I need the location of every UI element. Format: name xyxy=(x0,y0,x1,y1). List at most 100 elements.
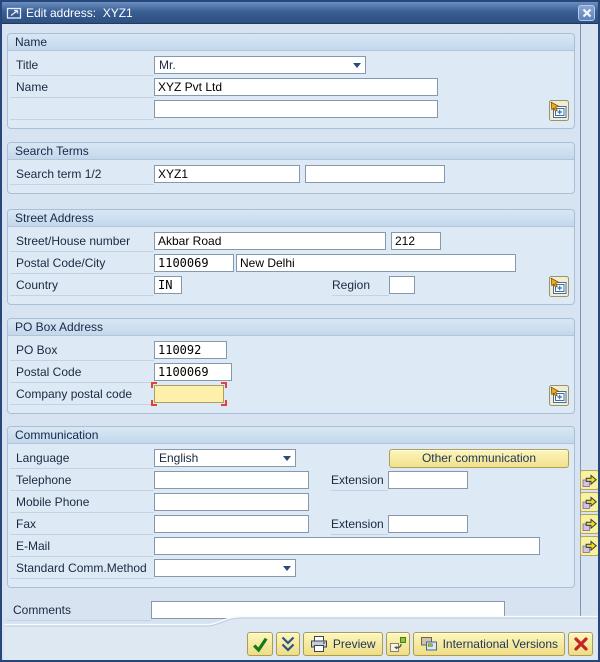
telephone-extension-input[interactable] xyxy=(388,471,468,489)
name-label: Name xyxy=(10,76,154,98)
red-x-icon xyxy=(573,637,588,651)
title-row: Title Mr. xyxy=(10,54,569,76)
house-number-input[interactable] xyxy=(391,232,441,250)
search-term-2-input[interactable] xyxy=(305,165,445,183)
other-communication-button[interactable]: Other communication xyxy=(389,448,569,468)
undo-button[interactable] xyxy=(385,632,410,656)
title-label: Title xyxy=(10,54,154,76)
region-input[interactable] xyxy=(389,276,415,294)
yellow-right-arrow-icon xyxy=(580,514,598,534)
preview-button[interactable]: Preview xyxy=(302,632,383,656)
communication-header: Communication xyxy=(8,427,574,444)
fax-extension-input[interactable] xyxy=(388,515,468,533)
x-icon xyxy=(582,8,591,18)
country-input[interactable] xyxy=(154,276,182,294)
fax-more-button[interactable] xyxy=(580,514,598,534)
email-input[interactable] xyxy=(154,537,540,555)
pobox-address-section: PO Box Address PO Box Postal Code Compan… xyxy=(7,318,575,414)
pobox-row: PO Box xyxy=(10,339,569,361)
name-section-header: Name xyxy=(8,34,574,51)
mobile-more-button[interactable] xyxy=(580,492,598,512)
company-postal-input[interactable] xyxy=(154,385,224,403)
street-address-header: Street Address xyxy=(8,210,574,227)
focus-corner xyxy=(151,400,157,406)
language-row: Language English Other communication xyxy=(10,447,569,469)
std-comm-row: Standard Comm.Method xyxy=(10,557,569,579)
yellow-right-arrow-icon xyxy=(580,470,598,490)
printer-icon xyxy=(310,636,327,652)
street-label: Street/House number xyxy=(10,230,154,252)
green-check-icon xyxy=(252,637,268,653)
focus-corner xyxy=(151,382,157,388)
search-terms-header: Search Terms xyxy=(8,143,574,160)
title-value: Mr. xyxy=(159,58,176,72)
footer-toolbar: Preview International Versions xyxy=(4,614,598,660)
city-input[interactable] xyxy=(236,254,516,272)
title-select[interactable]: Mr. xyxy=(154,56,366,74)
titlebar: Edit address: XYZ1 xyxy=(2,2,598,24)
std-comm-label: Standard Comm.Method xyxy=(10,557,154,579)
chevron-down-icon xyxy=(283,565,291,571)
region-label: Region xyxy=(332,274,389,296)
telephone-label: Telephone xyxy=(10,469,154,491)
search-terms-section: Search Terms Search term 1/2 xyxy=(7,142,575,194)
dialog-title: Edit address: XYZ1 xyxy=(26,5,133,20)
blank-label xyxy=(10,98,154,120)
edit-window-icon xyxy=(6,7,22,19)
detail-expand-icon xyxy=(548,100,569,121)
yellow-right-arrow-icon xyxy=(580,492,598,512)
std-comm-select[interactable] xyxy=(154,559,296,577)
chevron-down-icon xyxy=(353,62,361,68)
undo-box-arrow-icon xyxy=(389,637,406,652)
language-label: Language xyxy=(10,447,154,469)
telephone-row: Telephone Extension xyxy=(10,469,598,491)
preview-button-label: Preview xyxy=(332,637,376,651)
detail-expand-icon xyxy=(548,385,569,406)
street-more-fields-button[interactable] xyxy=(548,276,569,298)
email-more-button[interactable] xyxy=(580,536,598,556)
company-postal-label: Company postal code xyxy=(10,383,154,405)
search-term-1-input[interactable] xyxy=(154,165,300,183)
email-row: E-Mail xyxy=(10,535,598,557)
pobox-postal-row: Postal Code xyxy=(10,361,569,383)
focus-corner xyxy=(221,400,227,406)
name2-input[interactable] xyxy=(154,100,438,118)
copy-button[interactable] xyxy=(275,632,300,656)
postal-city-row: Postal Code/City xyxy=(10,252,569,274)
company-postal-row: Company postal code xyxy=(10,382,569,406)
mobile-row: Mobile Phone xyxy=(10,491,598,513)
international-versions-button[interactable]: International Versions xyxy=(412,632,565,656)
pobox-input[interactable] xyxy=(154,341,227,359)
close-button[interactable] xyxy=(578,5,595,21)
postal-city-label: Postal Code/City xyxy=(10,252,154,274)
edit-address-dialog: Edit address: XYZ1 Name Title Mr. Name X… xyxy=(0,0,600,662)
telephone-input[interactable] xyxy=(154,471,309,489)
telephone-extension-label: Extension xyxy=(331,469,388,491)
name-input[interactable] xyxy=(154,78,438,96)
fax-extension-label: Extension xyxy=(331,513,388,535)
fax-row: Fax Extension xyxy=(10,513,598,535)
pobox-more-fields-button[interactable] xyxy=(548,385,569,407)
mobile-label: Mobile Phone xyxy=(10,491,154,513)
language-select[interactable]: English xyxy=(154,449,296,467)
name-more-fields-button[interactable] xyxy=(548,100,569,122)
continue-button[interactable] xyxy=(246,632,273,656)
chevron-down-icon xyxy=(283,455,291,461)
telephone-more-button[interactable] xyxy=(580,470,598,490)
fax-input[interactable] xyxy=(154,515,309,533)
name2-row xyxy=(10,98,569,120)
communication-section: Communication Language English Other com… xyxy=(7,426,598,588)
language-value: English xyxy=(159,451,199,465)
cancel-button[interactable] xyxy=(568,632,593,656)
postal-code-input[interactable] xyxy=(154,254,234,272)
pobox-label: PO Box xyxy=(10,339,154,361)
street-input[interactable] xyxy=(154,232,386,250)
focus-corner xyxy=(221,382,227,388)
street-row: Street/House number xyxy=(10,230,569,252)
double-chevron-down-icon xyxy=(281,636,295,652)
country-row: Country Region xyxy=(10,274,569,296)
mobile-input[interactable] xyxy=(154,493,309,511)
yellow-right-arrow-icon xyxy=(580,536,598,556)
name-section: Name Title Mr. Name xyxy=(7,33,575,129)
pobox-postal-input[interactable] xyxy=(154,363,232,381)
